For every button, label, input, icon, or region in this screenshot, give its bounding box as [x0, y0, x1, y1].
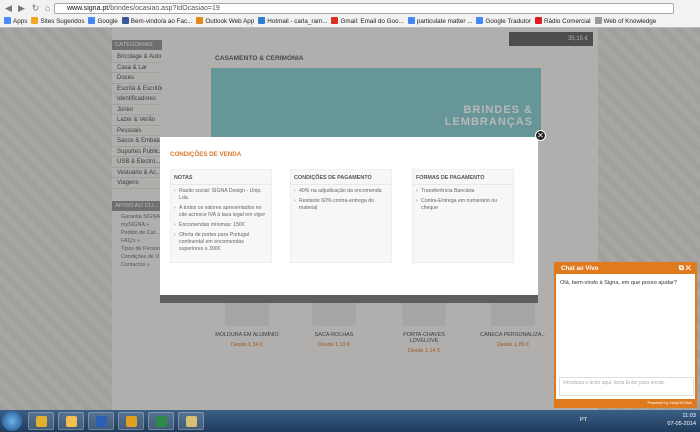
back-icon[interactable]: ◀: [3, 3, 14, 14]
condition-item: Encomendas mínimas: 150€: [174, 222, 268, 229]
taskbar-app-paint[interactable]: [178, 412, 204, 430]
chat-header[interactable]: Chat ao Vivo ⧉ ✕: [556, 264, 695, 274]
bookmark-item[interactable]: particulate matter ...: [407, 16, 473, 27]
bookmark-item[interactable]: Outlook Web App: [196, 16, 254, 27]
forward-icon[interactable]: ▶: [16, 3, 27, 14]
bookmark-icon: [121, 17, 129, 24]
clock-time: 11:03: [682, 413, 696, 419]
column-header: FORMAS DE PAGAMENTO: [413, 170, 513, 185]
bookmark-icon: [196, 17, 204, 24]
taskbar: PT 11:03 07-05-2014: [0, 410, 700, 432]
bookmark-label: Google: [97, 18, 118, 25]
bookmark-icon: [88, 17, 96, 24]
live-chat-widget: Chat ao Vivo ⧉ ✕ Olá, bem-vindo à Signa,…: [554, 262, 697, 408]
url-path: /brindes/ocasiao.asp?IdOcasiao=19: [108, 5, 220, 12]
bookmark-label: Bem-vindo/a ao Fac...: [130, 18, 193, 25]
chrome-icon: [35, 416, 47, 427]
bookmark-item[interactable]: Google Tradutor: [476, 16, 531, 27]
bookmark-label: Apps: [13, 18, 28, 25]
column-list: Transferência Bancária Contra-Entrega em …: [413, 185, 513, 212]
bookmark-item[interactable]: Web of Knowledge: [594, 16, 657, 27]
bookmark-label: Gmail: Email do Goo...: [340, 18, 404, 25]
conditions-column: NOTASRazão social: SIGNA Design - Unip. …: [170, 169, 272, 263]
start-button[interactable]: [2, 411, 22, 431]
bookmark-label: Rádio Comercial: [543, 18, 591, 25]
bookmarks-bar: Apps Sites Sugeridos Google Bem-vindo/a ao …: [0, 16, 700, 27]
address-bar[interactable]: www.signa.pt/brindes/ocasiao.asp?IdOcasi…: [54, 3, 674, 14]
bookmark-item[interactable]: Bem-vindo/a ao Fac...: [121, 16, 193, 27]
bookmark-label: Hotmail - carla_ram...: [267, 18, 328, 25]
conditions-column: CONDIÇÕES DE PAGAMENTO40% na adjudicação…: [290, 169, 392, 263]
condition-item: Razão social: SIGNA Design - Unip. Lda.: [174, 188, 268, 202]
column-header: CONDIÇÕES DE PAGAMENTO: [291, 170, 391, 185]
condition-item: Transferência Bancária: [416, 188, 510, 195]
chat-message: Olá, bem-vindo à Signa, em que posso aju…: [560, 280, 677, 286]
conditions-column: FORMAS DE PAGAMENTOTransferência Bancári…: [412, 169, 514, 263]
taskbar-app-outlook[interactable]: [118, 412, 144, 430]
bookmark-icon: [407, 17, 415, 24]
bookmark-icon: [476, 17, 484, 24]
column-list: 40% na adjudicação da encomenda Restante …: [291, 185, 391, 212]
bookmark-label: particulate matter ...: [416, 18, 473, 25]
chat-title: Chat ao Vivo: [561, 265, 599, 272]
bookmark-icon: [258, 17, 266, 24]
chat-controls: ⧉ ✕: [679, 264, 691, 274]
bookmark-label: Google Tradutor: [485, 18, 531, 25]
bookmark-item[interactable]: Rádio Comercial: [534, 16, 591, 27]
popout-icon[interactable]: ⧉: [679, 265, 684, 272]
explorer-icon: [65, 416, 77, 427]
language-indicator[interactable]: PT: [580, 417, 587, 423]
bookmark-label: Outlook Web App: [205, 18, 255, 25]
condition-item: A todos os valores apresentados no site …: [174, 205, 268, 219]
outlook-icon: [125, 416, 137, 427]
reload-icon[interactable]: ↻: [30, 3, 41, 14]
chat-footer: Powered by HelpOnClick: [556, 399, 695, 406]
bookmark-item[interactable]: Sites Sugeridos: [31, 16, 84, 27]
condition-item: Oferta de portes para Portugal continent…: [174, 232, 268, 253]
taskbar-app-chrome[interactable]: [28, 412, 54, 430]
sales-conditions-modal: CONDIÇÕES DE VENDA NOTASRazão social: SI…: [160, 137, 538, 303]
home-icon[interactable]: ⌂: [42, 3, 53, 14]
taskbar-app-word[interactable]: [88, 412, 114, 430]
bookmark-icon: [31, 17, 39, 24]
url-host: www.signa.pt: [67, 5, 109, 12]
bookmark-item[interactable]: Apps: [4, 16, 27, 27]
close-icon[interactable]: ✕: [535, 130, 546, 141]
condition-item: Contra-Entrega em numerário ou cheque: [416, 198, 510, 212]
condition-item: Restante 60% contra-entrega do material: [294, 198, 388, 212]
column-header: NOTAS: [171, 170, 271, 185]
bookmark-icon: [4, 17, 11, 24]
bookmark-item[interactable]: Gmail: Email do Goo...: [331, 16, 404, 27]
browser-chrome: ◀ ▶ ↻ ⌂ www.signa.pt/brindes/ocasiao.asp…: [0, 0, 700, 28]
chat-input[interactable]: Introduza o texto aqui, tecla Enter para…: [559, 377, 694, 396]
bookmark-label: Sites Sugeridos: [40, 18, 85, 25]
modal-title: CONDIÇÕES DE VENDA: [170, 151, 242, 158]
clock-date: 07-05-2014: [667, 421, 696, 427]
taskbar-app-explorer[interactable]: [58, 412, 84, 430]
bookmark-icon: [594, 17, 602, 24]
paint-icon: [185, 416, 197, 427]
excel-icon: [155, 416, 167, 427]
clock[interactable]: 11:03 07-05-2014: [667, 412, 696, 428]
bookmark-icon: [534, 17, 542, 24]
bookmark-icon: [331, 17, 339, 24]
close-chat-icon[interactable]: ✕: [686, 265, 691, 272]
column-list: Razão social: SIGNA Design - Unip. Lda. A…: [171, 185, 271, 253]
bookmark-item[interactable]: Google: [88, 16, 118, 27]
word-icon: [95, 416, 107, 427]
condition-item: 40% na adjudicação da encomenda: [294, 188, 388, 195]
taskbar-app-excel[interactable]: [148, 412, 174, 430]
bookmark-item[interactable]: Hotmail - carla_ram...: [258, 16, 327, 27]
bookmark-label: Web of Knowledge: [603, 18, 657, 25]
